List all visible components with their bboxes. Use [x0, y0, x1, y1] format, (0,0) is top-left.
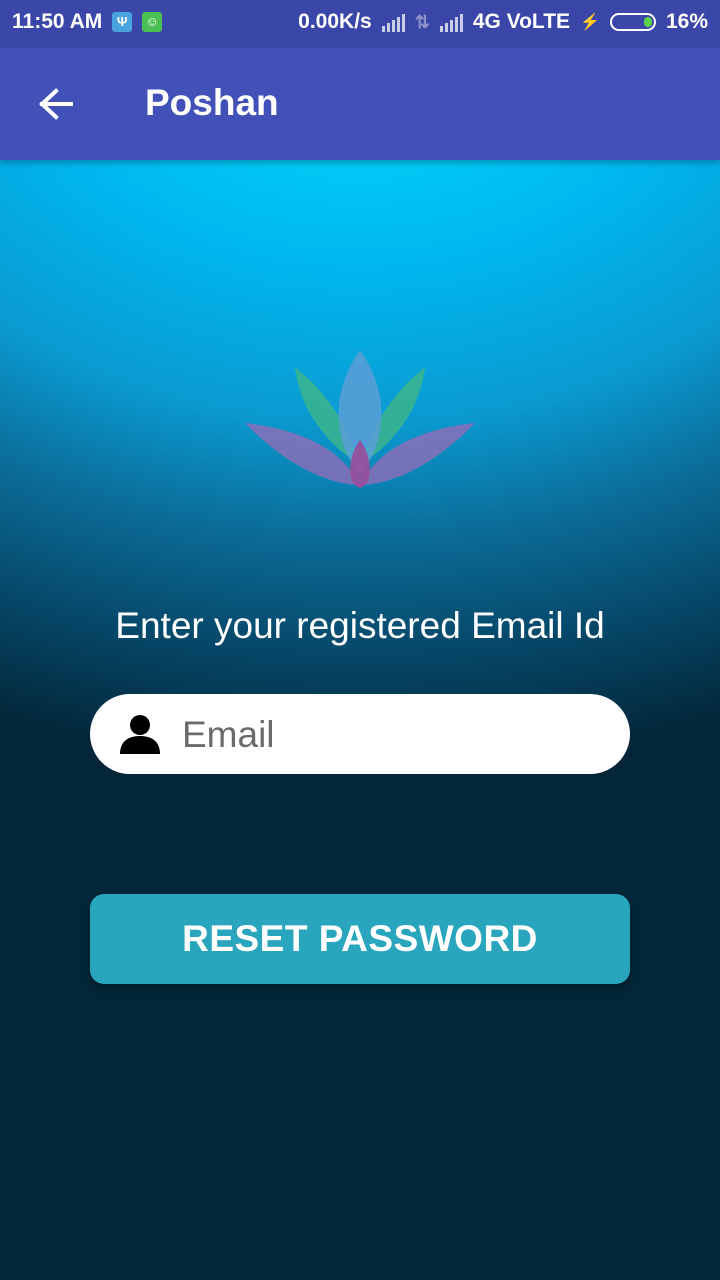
reset-password-button[interactable]: RESET PASSWORD	[90, 894, 630, 984]
status-right: 0.00K/s ⇅ 4G VoLTE ⚡ 16%	[298, 10, 708, 34]
email-field-container[interactable]	[90, 694, 630, 776]
email-field[interactable]	[180, 694, 604, 776]
usb-icon: Ψ	[112, 12, 133, 32]
status-left: 11:50 AM Ψ ☺	[12, 10, 163, 34]
data-arrows-icon: ⇅	[414, 11, 430, 32]
network-type: 4G VoLTE	[472, 10, 571, 33]
battery-icon	[609, 13, 656, 31]
arrow-left-icon	[39, 88, 73, 120]
email-prompt: Enter your registered Email Id	[115, 605, 605, 646]
status-time: 11:50 AM	[12, 10, 103, 33]
android-bot-icon: ☺	[142, 12, 163, 32]
page-title: Poshan	[145, 82, 279, 123]
battery-percent: 16%	[665, 10, 708, 33]
person-icon	[120, 715, 160, 754]
charging-icon: ⚡	[580, 14, 600, 31]
status-bar: 11:50 AM Ψ ☺ 0.00K/s ⇅ 4G VoLTE ⚡ 16%	[0, 0, 720, 48]
back-button[interactable]	[28, 76, 84, 132]
signal-icon	[439, 12, 463, 32]
lotus-logo	[245, 350, 475, 488]
signal-icon	[381, 12, 405, 32]
net-speed: 0.00K/s	[298, 10, 372, 33]
app-bar: Poshan	[0, 48, 720, 160]
